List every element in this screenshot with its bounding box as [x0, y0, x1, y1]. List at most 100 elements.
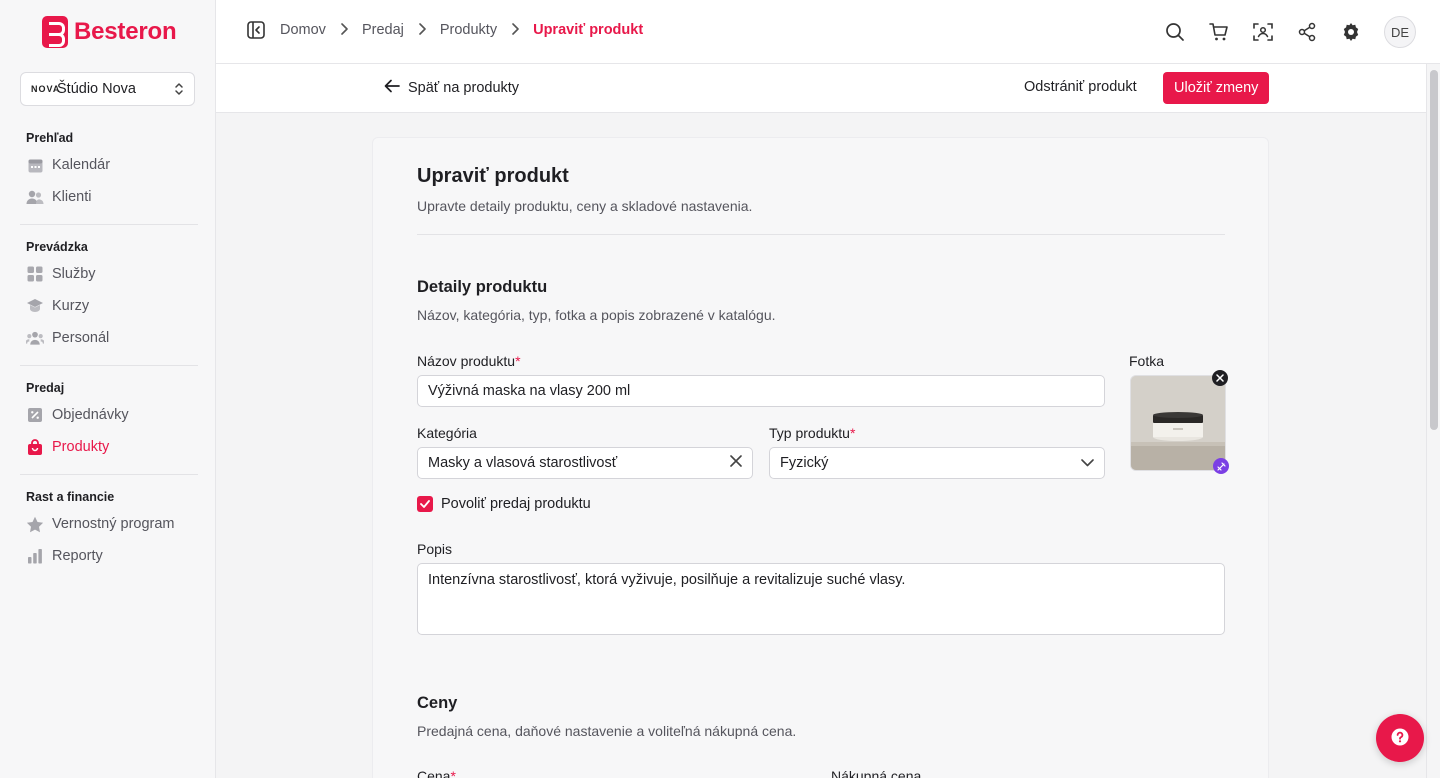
page-scrollbar[interactable]: [1426, 64, 1440, 778]
category-value: Masky a vlasová starostlivosť: [428, 455, 618, 471]
delete-product-button[interactable]: Odstrániť produkt: [1024, 79, 1137, 95]
sidebar-item-loyalty[interactable]: Vernostný program: [0, 508, 216, 540]
category-select[interactable]: Masky a vlasová starostlivosť: [417, 447, 753, 479]
nav-group-sales: Predaj Objednávky Produkty: [0, 377, 216, 463]
page-title: Upraviť produkt: [417, 165, 569, 187]
back-to-products-link[interactable]: Späť na produkty: [384, 79, 519, 97]
product-type-select[interactable]: Fyzický: [769, 447, 1105, 479]
sidebar-toggle-icon[interactable]: [246, 20, 266, 40]
prices-section-subtitle: Predajná cena, daňové nastavenie a volit…: [417, 723, 797, 739]
sidebar-item-label: Vernostný program: [52, 516, 175, 532]
scan-icon[interactable]: [1252, 21, 1274, 43]
brand-name: Besteron: [74, 18, 177, 45]
sidebar-item-reports[interactable]: Reporty: [0, 540, 216, 572]
sidebar-item-label: Reporty: [52, 548, 103, 564]
edit-photo-icon[interactable]: [1213, 458, 1229, 474]
required-asterisk: *: [515, 353, 521, 369]
nav-group-title: Prehľad: [26, 131, 74, 145]
divider: [20, 224, 198, 225]
clear-icon[interactable]: [730, 455, 742, 471]
checkbox-label: Povoliť predaj produktu: [441, 496, 591, 512]
sidebar-item-clients[interactable]: Klienti: [0, 181, 216, 213]
breadcrumb-home[interactable]: Domov: [280, 22, 326, 38]
description-label: Popis: [417, 541, 453, 557]
edit-product-card: Upraviť produkt Upravte detaily produktu…: [372, 137, 1269, 778]
gear-icon[interactable]: [1340, 21, 1362, 43]
details-section-title: Detaily produktu: [417, 278, 548, 296]
studio-name: Štúdio Nova: [57, 81, 136, 97]
sidebar-item-label: Personál: [52, 330, 110, 346]
description-textarea[interactable]: Intenzívna starostlivosť, ktorá vyživuje…: [417, 563, 1225, 635]
star-icon: [26, 515, 44, 533]
label-text: Typ produktu: [769, 425, 850, 441]
category-label: Kategória: [417, 425, 477, 441]
breadcrumb-products[interactable]: Produkty: [440, 22, 497, 38]
product-type-label: Typ produktu*: [769, 425, 855, 441]
sidebar-item-services[interactable]: Služby: [0, 258, 216, 290]
product-name-label: Názov produktu*: [417, 353, 521, 369]
sidebar-item-calendar[interactable]: Kalendár: [0, 149, 216, 181]
product-photo[interactable]: [1130, 375, 1226, 471]
team-icon: [26, 329, 44, 347]
divider: [417, 234, 1225, 235]
arrow-left-icon: [384, 79, 400, 97]
nav-group-operations: Prevádzka Služby Kurzy Personál: [0, 236, 216, 354]
product-type-value: Fyzický: [780, 455, 829, 471]
input-value: Výživná maska na vlasy 200 ml: [428, 383, 631, 399]
product-name-input[interactable]: Výživná maska na vlasy 200 ml: [417, 375, 1105, 407]
label-text: Cena: [417, 768, 451, 778]
topbar: Domov Predaj Produkty Upraviť produkt DE: [216, 0, 1440, 64]
label-text: Názov produktu: [417, 353, 516, 369]
save-changes-button[interactable]: Uložiť zmeny: [1163, 72, 1270, 104]
divider: [20, 474, 198, 475]
topbar-actions: DE: [1164, 16, 1416, 48]
enable-sale-checkbox[interactable]: Povoliť predaj produktu: [417, 496, 591, 512]
nav-group-growth: Rast a financie Vernostný program Report…: [0, 486, 216, 572]
receipt-icon: [26, 406, 44, 424]
sidebar-item-label: Klienti: [52, 189, 92, 205]
nav-group-overview: Prehľad Kalendár Klienti: [0, 127, 216, 213]
details-section-subtitle: Názov, kategória, typ, fotka a popis zob…: [417, 307, 776, 323]
price-label: Cena*: [417, 768, 456, 778]
sidebar-item-orders[interactable]: Objednávky: [0, 399, 216, 431]
remove-photo-close-icon[interactable]: [1212, 370, 1228, 386]
checkbox-checked-icon[interactable]: [417, 496, 433, 512]
sidebar-item-products[interactable]: Produkty: [0, 431, 216, 463]
studio-switcher[interactable]: NOVA Štúdio Nova: [20, 72, 195, 106]
question-mark-icon: [1391, 728, 1409, 749]
share-icon[interactable]: [1296, 21, 1318, 43]
purchase-price-label: Nákupná cena: [831, 768, 922, 778]
breadcrumb-sales[interactable]: Predaj: [362, 22, 404, 38]
scrollbar-thumb[interactable]: [1430, 70, 1438, 430]
nav-group-title: Prevádzka: [26, 240, 88, 254]
sidebar-item-courses[interactable]: Kurzy: [0, 290, 216, 322]
product-jar-image: [1131, 376, 1225, 470]
nav-group-title: Rast a financie: [26, 490, 115, 504]
sidebar-item-label: Kurzy: [52, 298, 90, 314]
grid-icon: [26, 265, 44, 283]
user-avatar[interactable]: DE: [1384, 16, 1416, 48]
shopping-bag-icon: [26, 438, 44, 456]
besteron-logo-icon: [42, 16, 68, 48]
sidebar-item-label: Kalendár: [52, 157, 111, 173]
chevron-down-icon: [1081, 455, 1094, 471]
graduation-cap-icon: [26, 297, 44, 315]
cart-icon[interactable]: [1208, 21, 1230, 43]
sidebar-item-staff[interactable]: Personál: [0, 322, 216, 354]
nav-group-title: Predaj: [26, 381, 65, 395]
breadcrumb: Domov Predaj Produkty Upraviť produkt: [246, 20, 643, 40]
back-label: Späť na produkty: [408, 80, 520, 96]
help-button[interactable]: [1376, 714, 1424, 762]
brand-logo[interactable]: Besteron: [42, 16, 177, 48]
page-subtitle: Upravte detaily produktu, ceny a skladov…: [417, 198, 753, 214]
chevron-right-icon: [511, 22, 519, 38]
search-icon[interactable]: [1164, 21, 1186, 43]
users-icon: [26, 188, 44, 206]
sidebar-item-label: Služby: [52, 266, 96, 282]
chevron-right-icon: [340, 22, 348, 38]
studio-logo: NOVA: [31, 84, 61, 94]
divider: [20, 365, 198, 366]
sidebar: Besteron NOVA Štúdio Nova Prehľad Kalend…: [0, 0, 216, 778]
required-asterisk: *: [849, 425, 856, 441]
required-asterisk: *: [450, 768, 456, 778]
